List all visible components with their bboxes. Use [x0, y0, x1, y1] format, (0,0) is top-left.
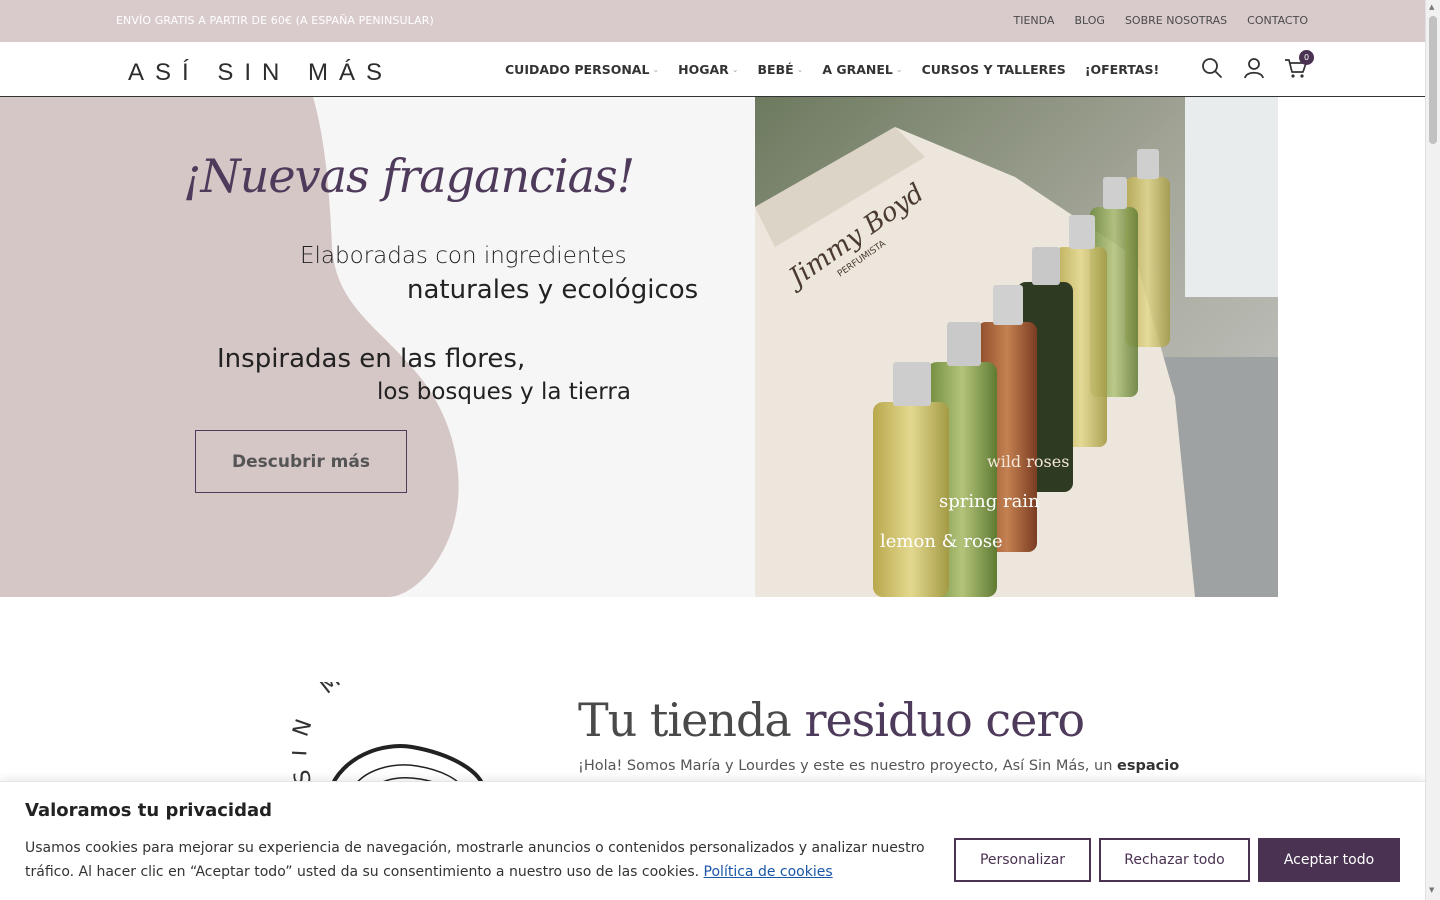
hero-right-spacer	[1278, 97, 1425, 597]
section-title-accent: residuo cero	[804, 693, 1085, 747]
user-icon[interactable]	[1242, 56, 1266, 80]
photo-bottle-label-1: lemon & rose	[880, 531, 1003, 552]
chevron-down-icon: ⌄	[796, 65, 804, 74]
discover-more-button[interactable]: Descubrir más	[195, 430, 407, 493]
nav-label: BEBÉ	[757, 62, 794, 77]
cookie-policy-link[interactable]: Política de cookies	[704, 864, 833, 880]
scroll-up-icon[interactable]: ▲	[1429, 3, 1434, 11]
store-badge-logo: SIN MÁS	[292, 682, 486, 791]
shipping-promo: ENVÍO GRATIS A PARTIR DE 60€ (A ESPAÑA P…	[116, 14, 434, 27]
nav-label: ¡OFERTAS!	[1084, 62, 1160, 77]
hero-banner: ¡Nuevas fragancias! Elaboradas con ingre…	[0, 97, 1425, 597]
nav-item-hogar[interactable]: HOGAR ⌄	[678, 62, 738, 77]
scroll-down-icon[interactable]: ▼	[1429, 886, 1434, 894]
top-link-sobre-nosotras[interactable]: SOBRE NOSOTRAS	[1125, 14, 1227, 27]
page-scrollbar[interactable]: ▲ ▼	[1425, 0, 1440, 900]
hero-title: ¡Nuevas fragancias!	[183, 149, 635, 203]
nav-label: A GRANEL	[822, 62, 893, 77]
nav-item-ofertas[interactable]: ¡OFERTAS!	[1085, 62, 1159, 77]
chevron-down-icon: ⌄	[895, 65, 903, 74]
cookie-text: Usamos cookies para mejorar su experienc…	[25, 836, 925, 884]
nav-label: HOGAR	[678, 62, 729, 77]
nav-label: CURSOS Y TALLERES	[921, 62, 1066, 77]
reject-all-button[interactable]: Rechazar todo	[1099, 838, 1250, 882]
photo-bottle-label-2: spring rain	[939, 491, 1040, 512]
hero-line-1: Elaboradas con ingredientes	[300, 243, 627, 269]
accept-all-button[interactable]: Aceptar todo	[1258, 838, 1400, 882]
chevron-down-icon: ⌄	[731, 65, 739, 74]
section-title: Tu tienda residuo cero	[578, 693, 1085, 747]
chevron-down-icon: ⌄	[652, 65, 660, 74]
cart-icon[interactable]: 0	[1284, 50, 1314, 80]
nav-item-cursos-talleres[interactable]: CURSOS Y TALLERES	[922, 62, 1066, 77]
nav-item-bebe[interactable]: BEBÉ ⌄	[758, 62, 804, 77]
section-intro-plain: ¡Hola! Somos María y Lourdes y este es n…	[578, 758, 1118, 774]
customize-button[interactable]: Personalizar	[954, 838, 1091, 882]
top-link-tienda[interactable]: TIENDA	[1014, 14, 1055, 27]
hero-product-photo[interactable]: Jimmy Boyd PERFUMISTA lemon & rose sprin…	[755, 97, 1278, 597]
top-links: TIENDA BLOG SOBRE NOSOTRAS CONTACTO	[1014, 14, 1308, 27]
badge-text: SIN MÁS	[292, 682, 391, 786]
photo-bottle-label-3: wild roses	[987, 452, 1069, 471]
hero-line-4: los bosques y la tierra	[377, 379, 631, 405]
cookie-banner: Valoramos tu privacidad Usamos cookies p…	[0, 781, 1425, 900]
top-link-blog[interactable]: BLOG	[1074, 14, 1104, 27]
main-nav: CUIDADO PERSONAL ⌄ HOGAR ⌄ BEBÉ ⌄ A GRANEL ⌄…	[505, 62, 1159, 77]
search-icon[interactable]	[1200, 56, 1224, 80]
hero-line-3: Inspiradas en las flores,	[217, 344, 526, 374]
scroll-thumb[interactable]	[1429, 16, 1437, 144]
cart-count-badge: 0	[1299, 50, 1314, 65]
section-title-plain: Tu tienda	[578, 693, 805, 747]
nav-label: CUIDADO PERSONAL	[505, 62, 650, 77]
svg-text:SIN MÁS: SIN MÁS	[292, 682, 403, 786]
site-header: ASÍ SIN MÁS CUIDADO PERSONAL ⌄ HOGAR ⌄ BEB…	[0, 42, 1425, 97]
header-icons: 0	[1200, 50, 1314, 80]
hero-line-2: naturales y ecológicos	[407, 275, 699, 305]
site-logo[interactable]: ASÍ SIN MÁS	[128, 59, 393, 87]
cookie-title: Valoramos tu privacidad	[25, 800, 273, 821]
section-intro-bold: espacio	[1117, 758, 1180, 774]
section-intro-text: ¡Hola! Somos María y Lourdes y este es n…	[578, 758, 1179, 774]
top-bar: ENVÍO GRATIS A PARTIR DE 60€ (A ESPAÑA P…	[0, 0, 1425, 42]
top-link-contacto[interactable]: CONTACTO	[1247, 14, 1308, 27]
nav-item-a-granel[interactable]: A GRANEL ⌄	[822, 62, 902, 77]
nav-item-cuidado-personal[interactable]: CUIDADO PERSONAL ⌄	[505, 62, 659, 77]
